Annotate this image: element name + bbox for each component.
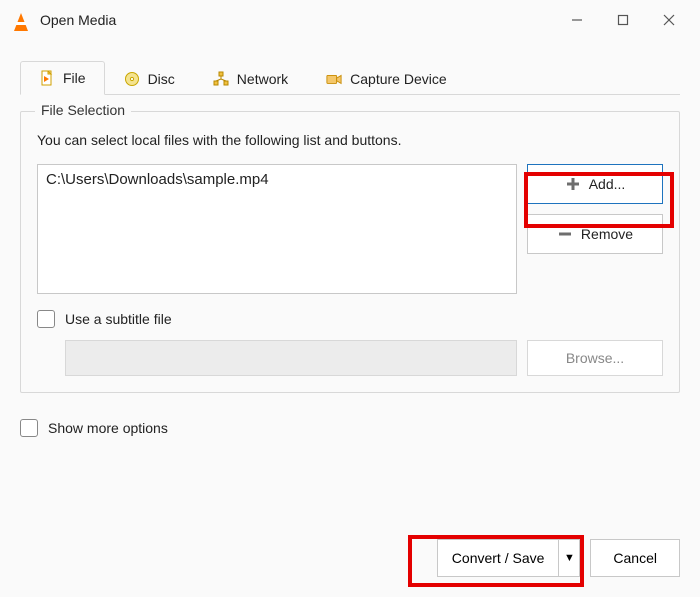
maximize-icon: [617, 14, 629, 26]
capture-device-icon: [326, 71, 342, 87]
file-selection-legend: File Selection: [35, 102, 131, 118]
file-list[interactable]: C:\Users\Downloads\sample.mp4: [37, 164, 517, 294]
minimize-button[interactable]: [554, 5, 600, 35]
tabs: File Disc Network Capture Device: [20, 60, 680, 95]
tab-file[interactable]: File: [20, 61, 105, 95]
plus-icon: [565, 176, 581, 192]
tab-network[interactable]: Network: [194, 61, 307, 95]
convert-save-label: Convert / Save: [452, 550, 545, 566]
subtitle-checkbox-label: Use a subtitle file: [65, 311, 172, 327]
vlc-cone-icon: [12, 9, 30, 31]
chevron-down-icon: ▼: [564, 552, 575, 564]
subtitle-checkbox[interactable]: [37, 310, 55, 328]
minus-icon: [557, 226, 573, 242]
subtitle-browse-row: Browse...: [37, 340, 663, 376]
tab-label: File: [63, 70, 86, 86]
convert-save-dropdown[interactable]: ▼: [558, 539, 580, 577]
file-selection-group: File Selection You can select local file…: [20, 111, 680, 393]
convert-save-button[interactable]: Convert / Save: [437, 539, 559, 577]
maximize-button[interactable]: [600, 5, 646, 35]
tab-label: Network: [237, 71, 288, 87]
tab-capture-device[interactable]: Capture Device: [307, 61, 466, 95]
more-options-label: Show more options: [48, 420, 168, 436]
convert-save-split-button: Convert / Save ▼: [437, 539, 581, 577]
more-options-row: Show more options: [0, 419, 700, 437]
subtitle-row: Use a subtitle file: [37, 310, 663, 328]
add-button[interactable]: Add...: [527, 164, 663, 204]
more-options-checkbox[interactable]: [20, 419, 38, 437]
add-button-label: Add...: [589, 176, 626, 192]
tab-label: Capture Device: [350, 71, 447, 87]
file-row: C:\Users\Downloads\sample.mp4 Add... Rem…: [37, 164, 663, 294]
file-selection-desc: You can select local files with the foll…: [37, 132, 663, 148]
titlebar: Open Media: [0, 0, 700, 40]
window-title: Open Media: [40, 12, 554, 28]
network-icon: [213, 71, 229, 87]
cancel-button[interactable]: Cancel: [590, 539, 680, 577]
remove-button[interactable]: Remove: [527, 214, 663, 254]
file-list-item[interactable]: C:\Users\Downloads\sample.mp4: [46, 171, 508, 188]
tab-label: Disc: [148, 71, 175, 87]
remove-button-label: Remove: [581, 226, 633, 242]
tab-disc[interactable]: Disc: [105, 61, 194, 95]
browse-button: Browse...: [527, 340, 663, 376]
close-button[interactable]: [646, 5, 692, 35]
close-icon: [663, 14, 675, 26]
window-controls: [554, 5, 692, 35]
browse-button-label: Browse...: [566, 350, 624, 366]
tabs-container: File Disc Network Capture Device: [0, 60, 700, 95]
minimize-icon: [571, 14, 583, 26]
file-buttons: Add... Remove: [527, 164, 663, 294]
subtitle-path-input: [65, 340, 517, 376]
disc-icon: [124, 71, 140, 87]
footer: Convert / Save ▼ Cancel: [437, 539, 680, 577]
cancel-label: Cancel: [613, 550, 657, 566]
file-icon: [39, 70, 55, 86]
